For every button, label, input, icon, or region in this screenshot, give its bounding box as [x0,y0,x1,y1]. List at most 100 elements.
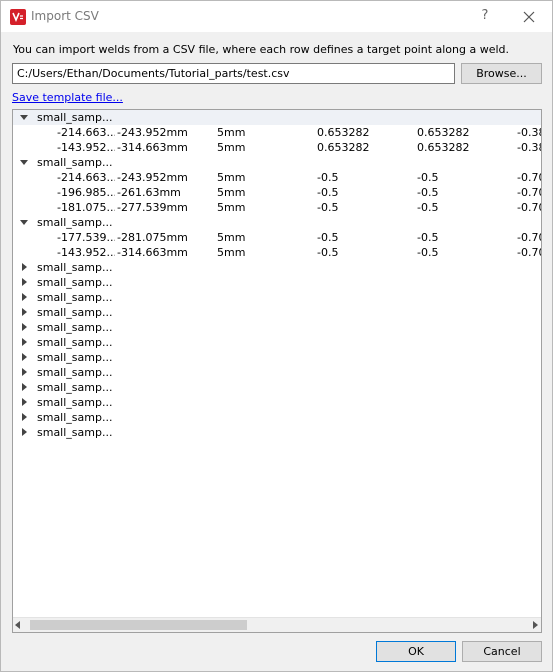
tree-group-row[interactable]: small_samp... [13,350,541,365]
tree-group-row[interactable]: small_samp... [13,380,541,395]
description-text: You can import welds from a CSV file, wh… [13,43,510,56]
tree-cell: -0.5 [317,171,339,184]
collapse-arrow-icon[interactable] [19,290,29,305]
tree-group-row[interactable]: small_samp... [13,290,541,305]
tree-group-label: small_samp... [37,261,113,274]
tree-group-label: small_samp... [37,321,113,334]
tree-cell: 5mm [217,171,246,184]
horizontal-scrollbar[interactable] [13,617,541,632]
tree-group-label: small_samp... [37,291,113,304]
save-template-link[interactable]: Save template file... [12,91,123,104]
tree-data-row[interactable]: -181.075...-277.539mm 5mm -0.5 -0.5 -0.70 [13,200,541,215]
expand-arrow-icon[interactable] [19,155,29,170]
collapse-arrow-icon[interactable] [19,410,29,425]
collapse-arrow-icon[interactable] [19,425,29,440]
tree-cell: 5mm [217,246,246,259]
tree-group-row[interactable]: small_samp... [13,215,541,230]
tree-group-label: small_samp... [37,111,113,124]
tree-group-row[interactable]: small_samp... [13,155,541,170]
window-title: Import CSV [31,9,99,23]
tree-group-row[interactable]: small_samp... [13,335,541,350]
close-icon[interactable] [519,7,539,27]
tree-group-row[interactable]: small_samp... [13,395,541,410]
tree-cell: -261.63mm [117,186,181,199]
tree-data-row[interactable]: -214.663... -243.952mm 5mm 0.653282 0.653282… [13,125,541,140]
collapse-arrow-icon[interactable] [19,320,29,335]
tree-cell: -0.5 [417,231,439,244]
tree-cell: 0.653282 [417,126,470,139]
tree-cell: 0.653282 [317,126,370,139]
tree-data-row[interactable]: -214.663...-243.952mm 5mm -0.5 -0.5 -0.70 [13,170,541,185]
collapse-arrow-icon[interactable] [19,260,29,275]
tree-group-row[interactable]: small_samp... [13,110,541,125]
tree-cell: -277.539mm [117,201,188,214]
tree-group-row[interactable]: small_samp... [13,320,541,335]
tree-group-label: small_samp... [37,306,113,319]
ok-button[interactable]: OK [376,641,456,662]
tree-data-row[interactable]: -196.985...-261.63mm 5mm -0.5 -0.5 -0.70 [13,185,541,200]
tree-group-label: small_samp... [37,351,113,364]
tree-group-label: small_samp... [37,276,113,289]
collapse-arrow-icon[interactable] [19,275,29,290]
scroll-left-icon[interactable] [15,621,20,629]
tree-group-row[interactable]: small_samp... [13,425,541,440]
tree-cell: 5mm [217,201,246,214]
tree-cell: -0.70 [517,171,541,184]
help-button[interactable]: ? [476,7,494,25]
browse-button[interactable]: Browse... [461,63,542,84]
tree-data-row[interactable]: -177.539...-281.075mm 5mm -0.5 -0.5 -0.70 [13,230,541,245]
tree-cell: -0.5 [417,186,439,199]
scrollbar-thumb[interactable] [30,620,247,630]
tree-group-row[interactable]: small_samp... [13,365,541,380]
tree-cell: -0.38 [517,126,541,139]
collapse-arrow-icon[interactable] [19,335,29,350]
tree-cell: -281.075mm [117,231,188,244]
tree-group-label: small_samp... [37,156,113,169]
collapse-arrow-icon[interactable] [19,395,29,410]
collapse-arrow-icon[interactable] [19,305,29,320]
tree-group-label: small_samp... [37,381,113,394]
tree-cell: -0.5 [417,246,439,259]
tree-cell: -214.663... [57,126,115,139]
tree-cell: -0.5 [317,246,339,259]
tree-cell: -0.70 [517,186,541,199]
tree-cell: -181.075... [57,201,115,214]
tree-group-label: small_samp... [37,336,113,349]
tree-cell: -0.38 [517,141,541,154]
tree-cell: -243.952mm [117,171,188,184]
tree-cell: 5mm [217,141,246,154]
tree-cell: -214.663... [57,171,115,184]
tree-cell: 0.653282 [317,141,370,154]
tree-cell: -177.539... [57,231,115,244]
file-path-input[interactable]: C:/Users/Ethan/Documents/Tutorial_parts/… [12,63,455,84]
collapse-arrow-icon[interactable] [19,380,29,395]
tree-group-label: small_samp... [37,216,113,229]
tree-group-label: small_samp... [37,366,113,379]
tree-group-row[interactable]: small_samp... [13,305,541,320]
tree-group-label: small_samp... [37,426,113,439]
tree-group-row[interactable]: small_samp... [13,260,541,275]
app-logo-icon [10,9,26,25]
title-bar: Import CSV ? [1,1,552,32]
tree-cell: 5mm [217,126,246,139]
expand-arrow-icon[interactable] [19,215,29,230]
tree-cell: -314.663mm [117,246,188,259]
tree-data-row[interactable]: -143.952...-314.663mm 5mm -0.5 -0.5 -0.70 [13,245,541,260]
tree-group-row[interactable]: small_samp... [13,410,541,425]
tree-cell: -143.952... [57,141,115,154]
scroll-right-icon[interactable] [533,621,538,629]
expand-arrow-icon[interactable] [19,110,29,125]
weld-tree[interactable]: small_samp... -214.663... -243.952mm 5mm 0.6… [12,109,542,633]
collapse-arrow-icon[interactable] [19,350,29,365]
collapse-arrow-icon[interactable] [19,365,29,380]
tree-group-label: small_samp... [37,411,113,424]
tree-cell: 5mm [217,231,246,244]
cancel-button[interactable]: Cancel [462,641,542,662]
tree-cell: -314.663mm [117,141,188,154]
tree-data-row[interactable]: -143.952... -314.663mm 5mm 0.653282 0.653282… [13,140,541,155]
tree-cell: 5mm [217,186,246,199]
tree-group-row[interactable]: small_samp... [13,275,541,290]
tree-group-label: small_samp... [37,396,113,409]
tree-cell: -243.952mm [117,126,188,139]
tree-cell: -0.70 [517,246,541,259]
